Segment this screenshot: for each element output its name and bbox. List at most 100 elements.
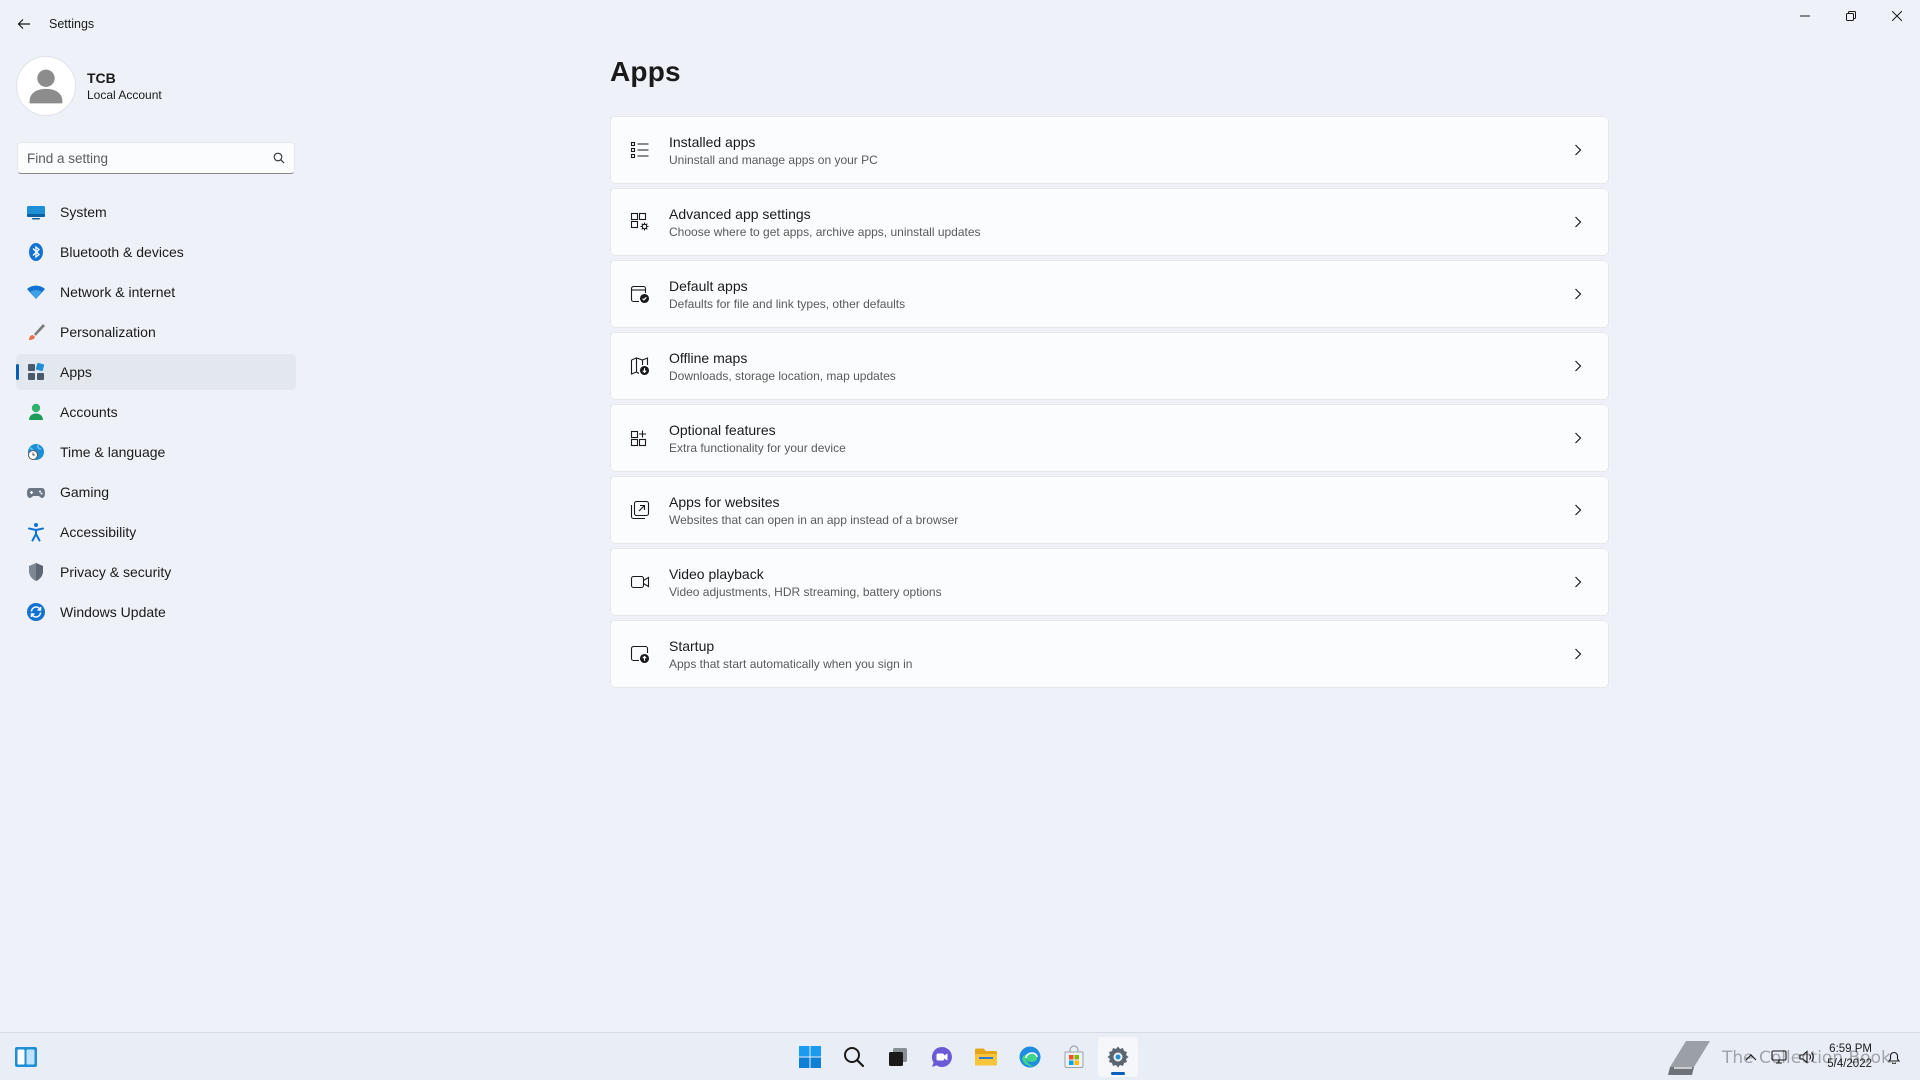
sidebar-item-label: Gaming	[60, 484, 110, 500]
network-icon[interactable]	[1767, 1045, 1791, 1069]
sidebar-item-label: Network & internet	[60, 284, 176, 300]
add-grid-icon	[628, 426, 652, 450]
sidebar-item-label: Privacy & security	[60, 564, 172, 580]
card-startup[interactable]: Startup Apps that start automatically wh…	[610, 620, 1609, 688]
shield-icon	[26, 562, 46, 582]
globe-clock-icon	[26, 442, 46, 462]
file-explorer-icon[interactable]	[966, 1037, 1006, 1077]
chevron-right-icon	[1568, 572, 1588, 592]
task-view-icon[interactable]	[878, 1037, 918, 1077]
card-subtitle: Extra functionality for your device	[669, 440, 846, 455]
system-tray: 6:59 PM 5/4/2022	[1737, 1033, 1920, 1080]
chevron-right-icon	[1568, 212, 1588, 232]
chat-icon[interactable]	[922, 1037, 962, 1077]
search-icon[interactable]	[264, 143, 294, 173]
card-advanced-app-settings[interactable]: Advanced app settings Choose where to ge…	[610, 188, 1609, 256]
clock-date: 5/4/2022	[1827, 1058, 1872, 1070]
sidebar-item-label: Accessibility	[60, 524, 137, 540]
card-subtitle: Websites that can open in an app instead…	[669, 512, 959, 527]
minimize-button[interactable]	[1782, 0, 1828, 32]
back-arrow-icon	[17, 19, 30, 29]
sidebar-item-windows-update[interactable]: Windows Update	[16, 594, 296, 630]
back-button[interactable]	[10, 12, 38, 36]
wifi-icon	[26, 282, 46, 302]
widgets-icon[interactable]	[14, 1045, 38, 1069]
sidebar-item-gaming[interactable]: Gaming	[16, 474, 296, 510]
card-subtitle: Apps that start automatically when you s…	[669, 656, 913, 671]
sidebar-item-personalization[interactable]: Personalization	[16, 314, 296, 350]
restore-icon	[1846, 11, 1856, 21]
search-box[interactable]	[17, 142, 295, 174]
map-icon	[628, 354, 652, 378]
taskbar-clock[interactable]: 6:59 PM 5/4/2022	[1827, 1042, 1872, 1072]
page-title: Apps	[610, 56, 681, 87]
card-apps-for-websites[interactable]: Apps for websites Websites that can open…	[610, 476, 1609, 544]
search-input[interactable]	[18, 150, 264, 166]
profile-account-type: Local Account	[87, 88, 162, 102]
startup-icon	[628, 642, 652, 666]
person-avatar-icon	[29, 69, 63, 104]
chevron-right-icon	[1568, 140, 1588, 160]
start-icon[interactable]	[790, 1037, 830, 1077]
card-title: Installed apps	[669, 133, 756, 150]
list-icon	[628, 138, 652, 162]
restore-button[interactable]	[1828, 0, 1874, 32]
volume-icon[interactable]	[1795, 1045, 1819, 1069]
notification-icon[interactable]	[1882, 1045, 1906, 1069]
sidebar-item-accounts[interactable]: Accounts	[16, 394, 296, 430]
settings-card-list: Installed apps Uninstall and manage apps…	[610, 116, 1609, 692]
sidebar-item-apps[interactable]: Apps	[16, 354, 296, 390]
sidebar-nav: System Bluetooth & devices Network & int…	[16, 194, 296, 634]
sidebar-item-system[interactable]: System	[16, 194, 296, 230]
sidebar-item-accessibility[interactable]: Accessibility	[16, 514, 296, 550]
accessibility-icon	[26, 522, 46, 542]
card-subtitle: Video adjustments, HDR streaming, batter…	[669, 584, 942, 599]
card-default-apps[interactable]: Default apps Defaults for file and link …	[610, 260, 1609, 328]
close-icon	[1892, 11, 1902, 21]
close-button[interactable]	[1874, 0, 1920, 32]
sidebar-item-label: System	[60, 204, 107, 220]
chevron-right-icon	[1568, 284, 1588, 304]
chevron-up-icon[interactable]	[1739, 1045, 1763, 1069]
card-optional-features[interactable]: Optional features Extra functionality fo…	[610, 404, 1609, 472]
taskbar-pinned-apps	[788, 1037, 1140, 1077]
user-profile[interactable]: TCB Local Account	[16, 56, 162, 116]
open-external-icon	[628, 498, 652, 522]
sidebar-item-network[interactable]: Network & internet	[16, 274, 296, 310]
chevron-right-icon	[1568, 644, 1588, 664]
card-title: Startup	[669, 637, 715, 654]
card-subtitle: Downloads, storage location, map updates	[669, 368, 896, 383]
book-icon	[1668, 1041, 1710, 1075]
chevron-right-icon	[1568, 500, 1588, 520]
sidebar-item-privacy[interactable]: Privacy & security	[16, 554, 296, 590]
search-icon[interactable]	[834, 1037, 874, 1077]
settings-icon[interactable]	[1098, 1037, 1138, 1077]
clock-time: 6:59 PM	[1829, 1043, 1872, 1055]
sidebar-item-bluetooth[interactable]: Bluetooth & devices	[16, 234, 296, 270]
title-bar: Settings	[0, 0, 1920, 48]
edge-icon[interactable]	[1010, 1037, 1050, 1077]
default-apps-icon	[628, 282, 652, 306]
card-subtitle: Uninstall and manage apps on your PC	[669, 152, 878, 167]
app-settings-icon	[628, 210, 652, 234]
card-subtitle: Choose where to get apps, archive apps, …	[669, 224, 981, 239]
video-icon	[628, 570, 652, 594]
sidebar-item-label: Personalization	[60, 324, 156, 340]
sidebar-item-label: Apps	[60, 364, 92, 380]
taskbar: The Collection Book 6:59 PM 5/4/2022	[0, 1032, 1920, 1080]
sidebar-item-label: Windows Update	[60, 604, 166, 620]
window-controls	[1782, 0, 1920, 32]
card-title: Apps for websites	[669, 493, 780, 510]
system-icon	[26, 202, 46, 222]
apps-icon	[26, 362, 46, 382]
card-installed-apps[interactable]: Installed apps Uninstall and manage apps…	[610, 116, 1609, 184]
card-offline-maps[interactable]: Offline maps Downloads, storage location…	[610, 332, 1609, 400]
card-title: Video playback	[669, 565, 764, 582]
sidebar-item-time-language[interactable]: Time & language	[16, 434, 296, 470]
card-video-playback[interactable]: Video playback Video adjustments, HDR st…	[610, 548, 1609, 616]
store-icon[interactable]	[1054, 1037, 1094, 1077]
app-title: Settings	[49, 17, 95, 31]
update-icon	[26, 602, 46, 622]
chevron-right-icon	[1568, 428, 1588, 448]
brush-icon	[26, 322, 46, 342]
